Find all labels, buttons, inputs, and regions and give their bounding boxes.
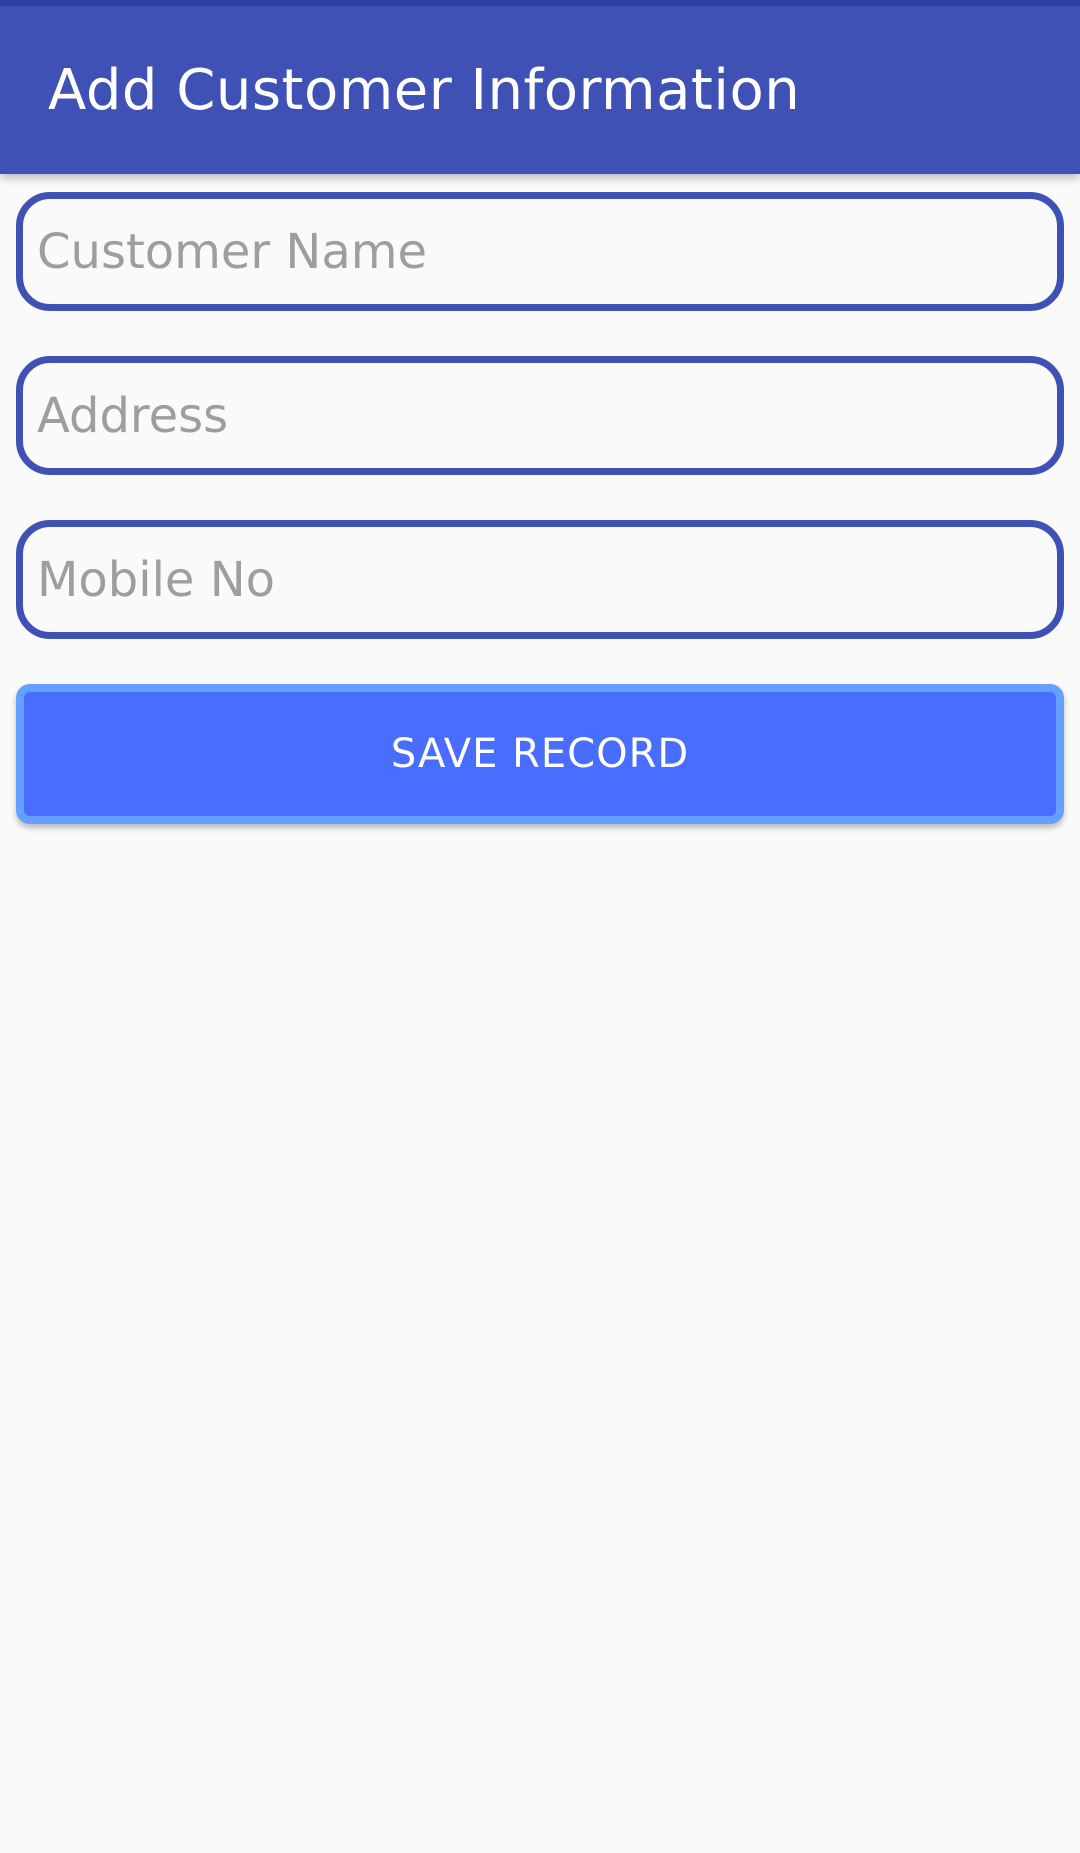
app-bar: Add Customer Information xyxy=(0,6,1080,174)
mobile-no-field[interactable] xyxy=(16,520,1064,639)
customer-name-input[interactable] xyxy=(23,199,1057,304)
customer-name-field[interactable] xyxy=(16,192,1064,311)
mobile-no-input[interactable] xyxy=(23,527,1057,632)
address-field[interactable] xyxy=(16,356,1064,475)
page-title: Add Customer Information xyxy=(48,58,801,123)
save-record-button[interactable]: SAVE RECORD xyxy=(16,684,1064,824)
address-input[interactable] xyxy=(23,363,1057,468)
